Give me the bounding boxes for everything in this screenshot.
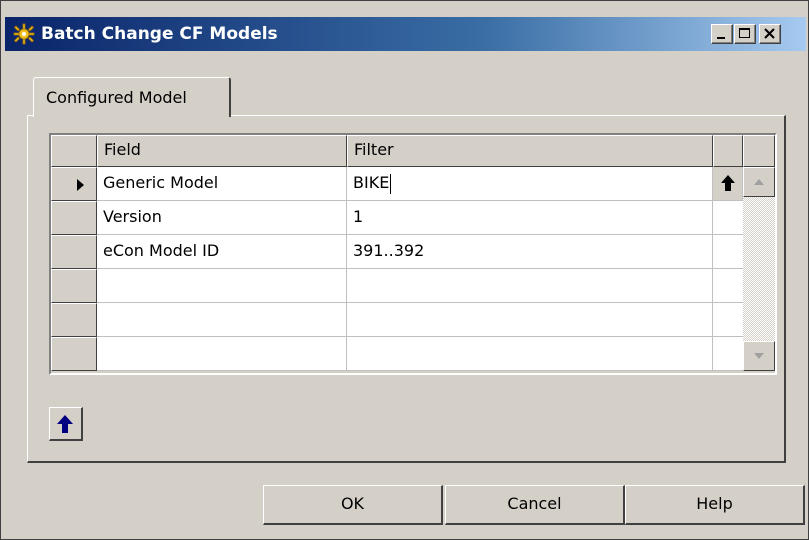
column-header-field[interactable]: Field [97,135,347,167]
text-caret [390,173,392,194]
corner-header [51,135,97,167]
scroll-down-icon [754,353,764,359]
row-pointer-icon [77,179,84,191]
up-arrow-icon [721,175,735,191]
filter-value: BIKE [353,173,390,192]
field-cell[interactable] [97,269,347,303]
app-gear-icon [13,23,35,45]
filter-cell[interactable]: 1 [347,201,713,235]
close-button[interactable] [759,24,781,44]
tab-label: Configured Model [46,88,187,107]
row-selector[interactable] [51,269,97,303]
help-button[interactable]: Help [625,485,805,525]
dialog-window: Batch Change CF Models Configured Model … [0,0,809,540]
cancel-button[interactable]: Cancel [445,485,625,525]
minimize-button[interactable] [711,24,733,44]
scroll-up-button[interactable] [743,167,775,197]
blank-cell [713,337,743,371]
minimize-icon [717,37,725,39]
move-up-button[interactable] [49,407,83,441]
ok-button[interactable]: OK [263,485,443,525]
title-bar[interactable]: Batch Change CF Models [5,17,806,51]
window-title: Batch Change CF Models [41,24,278,44]
lookup-button[interactable] [713,167,743,201]
up-arrow-icon [57,415,73,433]
maximize-button[interactable] [734,24,756,44]
filter-cell[interactable] [347,337,713,371]
tab-configured-model[interactable]: Configured Model [33,77,231,117]
vertical-scrollbar[interactable] [743,167,775,371]
field-cell[interactable]: Version [97,201,347,235]
maximize-icon [739,28,750,38]
close-icon [764,28,775,39]
row-selector[interactable] [51,303,97,337]
scroll-down-button[interactable] [743,341,775,371]
blank-cell [713,303,743,337]
row-selector[interactable] [51,235,97,269]
filter-cell-active[interactable]: BIKE [347,167,713,201]
row-selector[interactable] [51,337,97,371]
column-header-blank [713,135,743,167]
field-cell[interactable]: Generic Model [97,167,347,201]
row-selector[interactable] [51,201,97,235]
field-cell[interactable]: eCon Model ID [97,235,347,269]
field-cell[interactable] [97,303,347,337]
blank-cell [713,201,743,235]
filter-cell[interactable] [347,269,713,303]
blank-cell [713,269,743,303]
scroll-up-icon [754,179,764,185]
column-header-spacer [743,135,775,167]
filter-grid: Field Filter Generic Model BIKE Version … [49,133,777,375]
blank-cell [713,235,743,269]
field-cell[interactable] [97,337,347,371]
row-selector[interactable] [51,167,97,201]
filter-cell[interactable]: 391..392 [347,235,713,269]
filter-cell[interactable] [347,303,713,337]
column-header-filter[interactable]: Filter [347,135,713,167]
